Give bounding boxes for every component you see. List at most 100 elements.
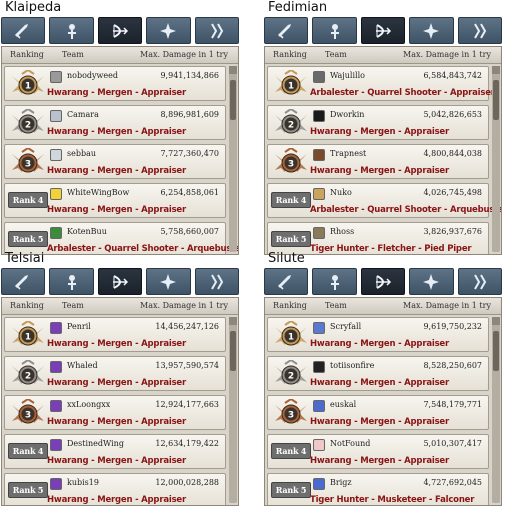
ranking-list[interactable]: 1 Scryfall 9,619,750,232 Hwarang - Mergen -… (267, 317, 489, 505)
ranking-row[interactable]: Rank 4 Nuko 4,026,745,498 Arbalester - Quar… (267, 183, 501, 218)
ranking-row[interactable]: Rank 4 DestinedWing 12,634,179,422 Hwarang … (4, 434, 226, 469)
rank-label: Rank 4 (8, 192, 48, 208)
tab-archer-bow[interactable] (97, 268, 143, 295)
team-name: euskal (330, 400, 357, 409)
tab-archer-bow[interactable] (360, 268, 406, 295)
ranking-row[interactable]: 1 Penril 14,456,247,126 Hwarang - Mergen - … (4, 317, 226, 352)
ranking-list[interactable]: 1 Wajulillo 6,584,843,742 Arbalester - Quar… (267, 66, 501, 254)
rank-medal-icon: 1 (12, 321, 44, 346)
ranking-row[interactable]: 2 Whaled 13,957,590,574 Hwarang - Mergen - … (4, 356, 226, 391)
cleric-icon (62, 21, 82, 41)
max-damage-value: 12,000,028,288 (155, 478, 219, 487)
tab-wizard[interactable] (409, 268, 454, 295)
ranking-row[interactable]: Rank 5 Brigz 4,727,692,045 Tiger Hunter - M… (267, 473, 489, 505)
scrollbar[interactable] (229, 66, 237, 252)
svg-text:3: 3 (25, 411, 31, 421)
team-avatar-icon (50, 400, 62, 412)
rank-label: Rank 4 (271, 443, 311, 459)
ranking-row[interactable]: 3 xxLoongxx 12,924,177,663 Hwarang - Mergen… (4, 395, 226, 430)
scrollbar-thumb[interactable] (493, 80, 499, 120)
rank-medal-icon: 3 (275, 399, 307, 424)
ranking-row[interactable]: Rank 5 kubis19 12,000,028,288 Hwarang - Mer… (4, 473, 226, 505)
scrollbar-thumb[interactable] (493, 331, 499, 371)
ranking-row[interactable]: 3 euskal 7,548,179,771 Hwarang - Mergen - A… (267, 395, 489, 430)
team-name: Scryfall (330, 322, 362, 331)
team-avatar-icon (50, 322, 62, 334)
tab-cleric[interactable] (312, 268, 357, 295)
team-avatar-icon (313, 400, 325, 412)
column-header-damage: Max. Damage in 1 try (140, 50, 228, 59)
max-damage-value: 14,456,247,126 (155, 322, 219, 331)
ranking-row[interactable]: 1 nobodyweed 9,941,134,866 Hwarang - Mergen… (4, 66, 226, 101)
ranking-list[interactable]: 1 Penril 14,456,247,126 Hwarang - Mergen - … (4, 317, 226, 505)
table-header: Ranking Team Max. Damage in 1 try (2, 298, 238, 315)
class-combination: Hwarang - Mergen - Appraiser (47, 88, 186, 98)
server-name: Fedimian (268, 0, 328, 15)
svg-text:2: 2 (288, 121, 294, 131)
ranking-row[interactable]: 2 Dworkin 5,042,826,653 Hwarang - Mergen - … (267, 105, 489, 140)
class-combination: Hwarang - Mergen - Appraiser (47, 495, 186, 505)
team-name: WhiteWingBow (67, 188, 130, 197)
team-name: Dworkin (330, 110, 365, 119)
tab-scout[interactable] (194, 268, 240, 295)
table-header: Ranking Team Max. Damage in 1 try (265, 298, 501, 315)
tab-wizard[interactable] (146, 268, 191, 295)
class-combination: Arbalester - Quarrel Shooter - Arquebusi… (310, 205, 502, 215)
class-tabs (264, 268, 503, 295)
tab-cleric[interactable] (49, 268, 94, 295)
class-combination: Hwarang - Mergen - Appraiser (47, 378, 186, 388)
archer-bow-icon (110, 272, 130, 292)
ranking-row[interactable]: 1 Scryfall 9,619,750,232 Hwarang - Mergen -… (267, 317, 489, 352)
ranking-row[interactable]: 1 Wajulillo 6,584,843,742 Arbalester - Quar… (267, 66, 495, 101)
scroll-up-arrow-icon[interactable] (492, 317, 500, 325)
scrollbar[interactable] (229, 317, 237, 503)
class-combination: Hwarang - Mergen - Appraiser (47, 127, 186, 137)
scrollbar-thumb[interactable] (230, 331, 236, 371)
max-damage-value: 5,758,660,007 (160, 227, 219, 236)
ranking-row[interactable]: 3 Trapnest 4,800,844,038 Hwarang - Mergen -… (267, 144, 489, 179)
team-avatar-icon (50, 71, 62, 83)
tab-sword[interactable] (264, 268, 309, 295)
ranking-list[interactable]: 1 nobodyweed 9,941,134,866 Hwarang - Mergen… (4, 66, 238, 254)
tab-wizard[interactable] (409, 17, 454, 44)
class-combination: Tiger Hunter - Musketeer - Falconer (310, 495, 475, 505)
ranking-row[interactable]: 3 sebbau 7,727,360,470 Hwarang - Mergen - A… (4, 144, 226, 179)
ranking-row[interactable]: 2 Camara 8,896,981,609 Hwarang - Mergen - A… (4, 105, 226, 140)
server-panel-silute: Silute Ranking Team Max. Damage in 1 try 1 Sc… (264, 251, 503, 506)
tab-sword[interactable] (264, 17, 309, 44)
tab-archer-bow[interactable] (360, 17, 406, 44)
ranking-row[interactable]: Rank 4 WhiteWingBow 6,254,858,061 Hwarang -… (4, 183, 226, 218)
rank-medal-icon: 3 (275, 148, 307, 173)
tab-sword[interactable] (1, 17, 46, 44)
tab-scout[interactable] (194, 17, 240, 44)
scrollbar[interactable] (492, 66, 500, 252)
tab-scout[interactable] (457, 268, 503, 295)
scrollbar[interactable] (492, 317, 500, 503)
tab-archer-bow[interactable] (97, 17, 143, 44)
scrollbar-thumb[interactable] (230, 80, 236, 120)
team-name: Penril (67, 322, 91, 331)
max-damage-value: 3,826,937,676 (423, 227, 482, 236)
tab-scout[interactable] (457, 17, 503, 44)
team-avatar-icon (313, 188, 325, 200)
archer-bow-icon (110, 21, 130, 41)
scroll-up-arrow-icon[interactable] (492, 66, 500, 74)
column-header-damage: Max. Damage in 1 try (403, 301, 491, 310)
scroll-up-arrow-icon[interactable] (229, 66, 237, 74)
ranking-row[interactable]: 2 totiisonfire 8,528,250,607 Hwarang - Merg… (267, 356, 489, 391)
tab-sword[interactable] (1, 268, 46, 295)
rank-medal-icon: 3 (12, 399, 44, 424)
ranking-board: Ranking Team Max. Damage in 1 try 1 Wajulill… (264, 46, 502, 255)
tab-cleric[interactable] (312, 17, 357, 44)
tab-wizard[interactable] (146, 17, 191, 44)
scout-icon (207, 272, 227, 292)
tab-cleric[interactable] (49, 17, 94, 44)
scroll-up-arrow-icon[interactable] (229, 317, 237, 325)
max-damage-value: 12,924,177,663 (155, 400, 219, 409)
class-combination: Hwarang - Mergen - Appraiser (310, 417, 449, 427)
team-avatar-icon (313, 439, 325, 451)
rank-label: Rank 5 (271, 231, 311, 247)
max-damage-value: 5,042,826,653 (423, 110, 482, 119)
team-name: NotFound (330, 439, 371, 448)
ranking-row[interactable]: Rank 4 NotFound 5,010,307,417 Hwarang - Mer… (267, 434, 489, 469)
